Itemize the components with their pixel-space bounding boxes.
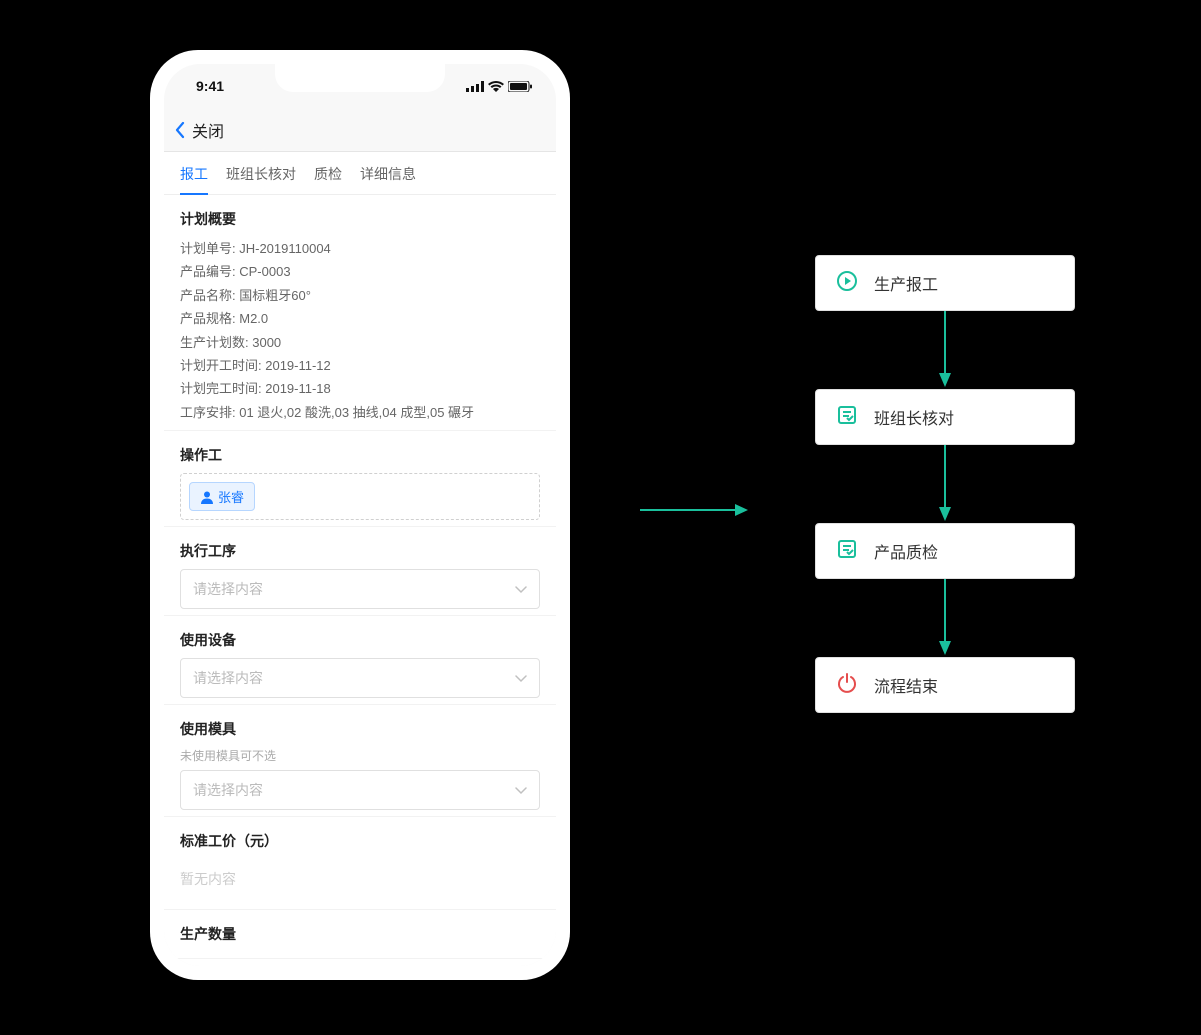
mold-placeholder: 请选择内容	[193, 780, 263, 800]
wifi-icon	[488, 81, 504, 92]
play-icon	[836, 270, 858, 297]
notch	[275, 64, 445, 92]
plan-field: 生产计划数: 3000	[180, 331, 540, 354]
title-bar: 关闭	[164, 108, 556, 152]
flow-node: 班组长核对	[815, 389, 1075, 445]
operator-section: 操作工 张睿	[164, 431, 556, 527]
process-select[interactable]: 请选择内容	[180, 569, 540, 609]
quantity-section: 生产数量	[164, 910, 556, 959]
operator-chip[interactable]: 张睿	[189, 482, 255, 511]
tab-baogong[interactable]: 报工	[180, 164, 208, 194]
power-icon	[836, 672, 858, 699]
flow-arrow	[815, 579, 1075, 657]
operator-name: 张睿	[218, 487, 244, 506]
equipment-select[interactable]: 请选择内容	[180, 658, 540, 698]
flow-node-label: 班组长核对	[874, 405, 954, 429]
phone-mock: 9:41 关闭 报工 班组长核对 质检 详细信息	[150, 50, 570, 980]
plan-field: 工序安排: 01 退火,02 酸洗,03 抽线,04 成型,05 碾牙	[180, 401, 540, 424]
flow-node: 产品质检	[815, 523, 1075, 579]
chevron-down-icon	[515, 670, 527, 686]
close-label: 关闭	[192, 118, 224, 142]
tab-hexdui[interactable]: 班组长核对	[226, 164, 296, 194]
status-time: 9:41	[196, 78, 224, 94]
process-section: 执行工序 请选择内容	[164, 527, 556, 616]
equipment-section: 使用设备 请选择内容	[164, 616, 556, 705]
battery-icon	[508, 81, 532, 92]
canvas: 9:41 关闭 报工 班组长核对 质检 详细信息	[0, 0, 1201, 1035]
flow-node-label: 产品质检	[874, 539, 938, 563]
form-icon	[836, 538, 858, 565]
plan-fields: 计划单号: JH-2019110004产品编号: CP-0003产品名称: 国标…	[180, 237, 540, 424]
flow-arrow	[815, 311, 1075, 389]
plan-field: 产品名称: 国标粗牙60°	[180, 284, 540, 307]
chevron-down-icon	[515, 581, 527, 597]
plan-field: 产品规格: M2.0	[180, 307, 540, 330]
process-placeholder: 请选择内容	[193, 579, 263, 599]
plan-field: 产品编号: CP-0003	[180, 260, 540, 283]
tab-zhijian[interactable]: 质检	[314, 164, 342, 194]
flow-arrow	[815, 445, 1075, 523]
connector-arrow	[640, 500, 750, 525]
equipment-placeholder: 请选择内容	[193, 668, 263, 688]
plan-summary-section: 计划概要 计划单号: JH-2019110004产品编号: CP-0003产品名…	[164, 195, 556, 431]
operator-title: 操作工	[180, 445, 540, 465]
process-title: 执行工序	[180, 541, 540, 561]
form-icon	[836, 404, 858, 431]
phone-screen: 9:41 关闭 报工 班组长核对 质检 详细信息	[164, 64, 556, 966]
flow-node: 流程结束	[815, 657, 1075, 713]
mold-select[interactable]: 请选择内容	[180, 770, 540, 810]
mold-title: 使用模具	[180, 719, 540, 739]
flow-node-label: 生产报工	[874, 271, 938, 295]
back-button[interactable]: 关闭	[174, 118, 224, 142]
flow-node: 生产报工	[815, 255, 1075, 311]
plan-field: 计划完工时间: 2019-11-18	[180, 377, 540, 400]
status-icons	[466, 81, 532, 92]
scroll-content[interactable]: 报工 班组长核对 质检 详细信息 计划概要 计划单号: JH-201911000…	[164, 152, 556, 966]
flow-node-label: 流程结束	[874, 673, 938, 697]
chevron-down-icon	[515, 782, 527, 798]
mold-section: 使用模具 未使用模具可不选 请选择内容	[164, 705, 556, 817]
plan-field: 计划开工时间: 2019-11-12	[180, 354, 540, 377]
flowchart: 生产报工班组长核对产品质检流程结束	[815, 255, 1075, 713]
tabs: 报工 班组长核对 质检 详细信息	[164, 152, 556, 195]
chevron-left-icon	[174, 121, 186, 139]
price-section: 标准工价（元） 暂无内容	[164, 817, 556, 910]
operator-chip-container: 张睿	[180, 473, 540, 520]
signal-icon	[466, 81, 484, 92]
quantity-title: 生产数量	[180, 924, 540, 944]
mold-hint: 未使用模具可不选	[180, 747, 540, 764]
plan-field: 计划单号: JH-2019110004	[180, 237, 540, 260]
price-title: 标准工价（元）	[180, 831, 540, 851]
user-icon	[200, 490, 214, 504]
plan-summary-title: 计划概要	[180, 209, 540, 229]
equipment-title: 使用设备	[180, 630, 540, 650]
price-placeholder: 暂无内容	[180, 859, 540, 903]
tab-detail[interactable]: 详细信息	[360, 164, 416, 194]
